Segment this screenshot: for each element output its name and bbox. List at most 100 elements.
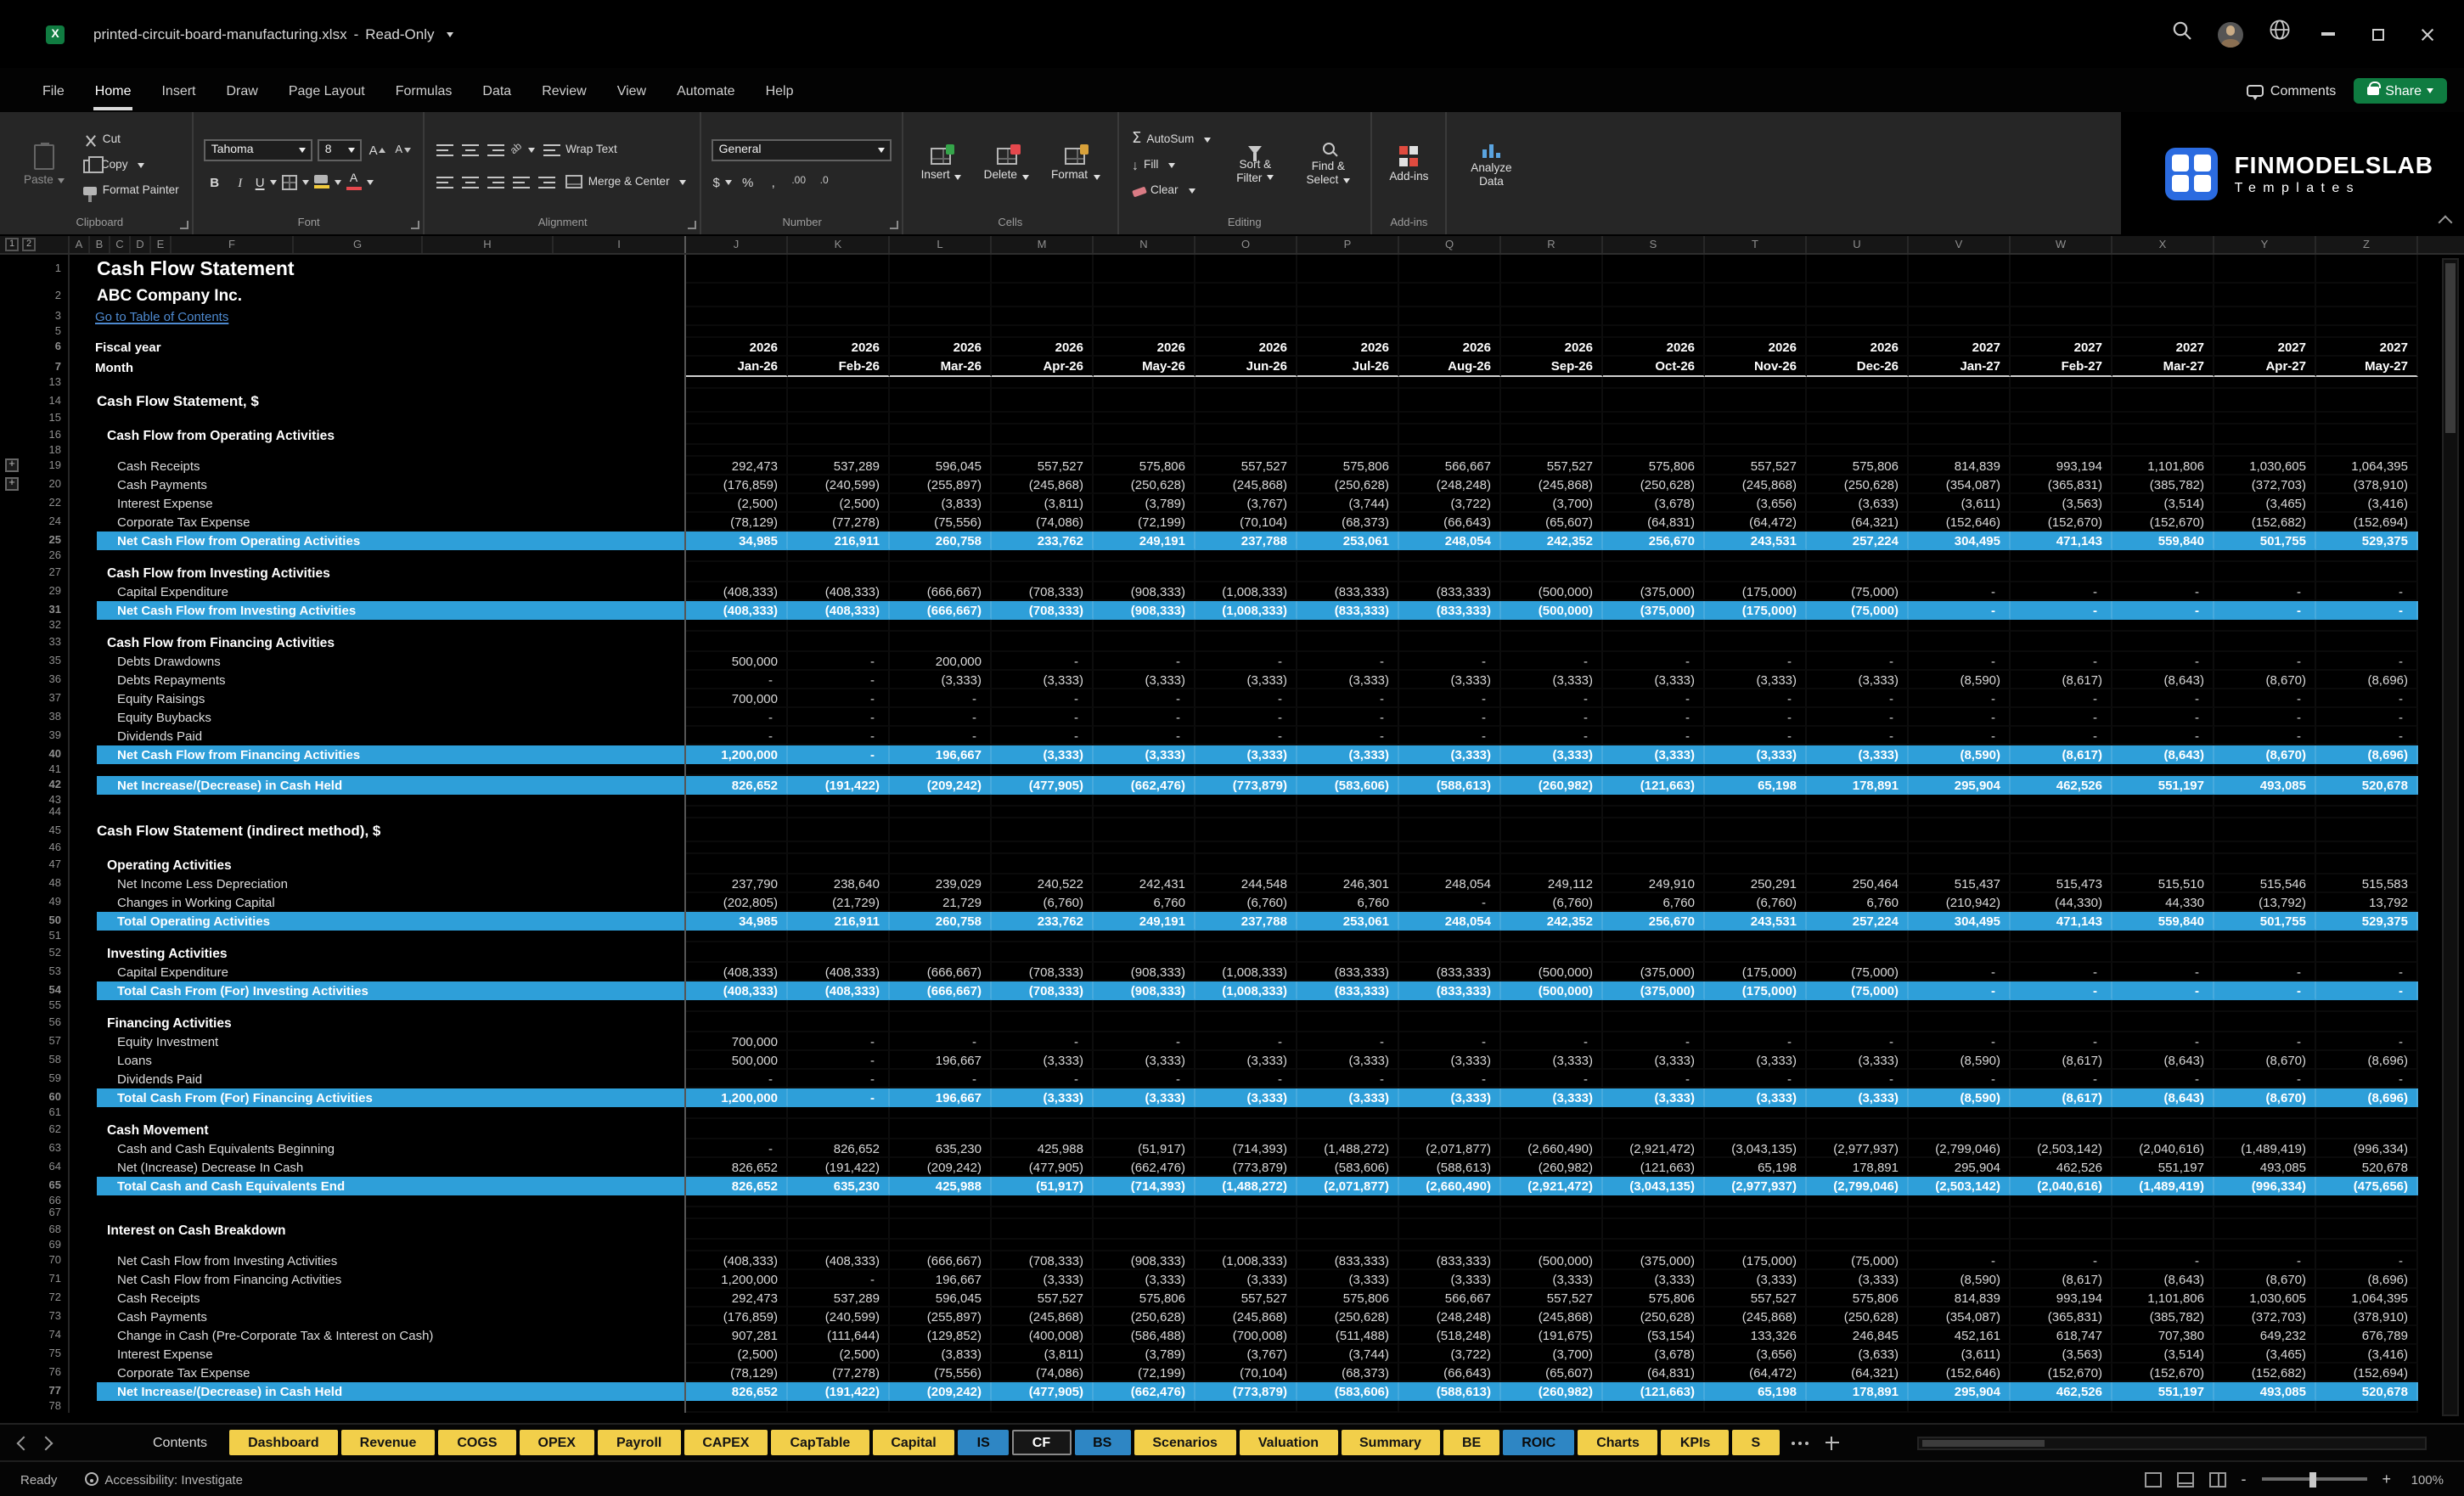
cell[interactable] [1909,389,2011,413]
cell[interactable] [2214,389,2316,413]
row-label[interactable]: Cash Flow from Financing Activities [70,632,686,652]
cell[interactable]: (51,917) [1094,1139,1195,1158]
row-number[interactable]: 56 [31,1012,70,1032]
cell[interactable]: - [2214,652,2316,671]
cell[interactable]: (714,393) [1195,1139,1297,1158]
cell[interactable] [1807,795,1909,807]
cell[interactable] [1909,445,2011,457]
row-number[interactable]: 67 [31,1207,70,1219]
cell[interactable]: 21,729 [890,893,992,912]
row-label[interactable] [70,931,686,942]
cell[interactable] [1094,795,1195,807]
cell[interactable] [890,284,992,307]
row-number[interactable]: 44 [31,807,70,818]
cell[interactable] [1501,931,1603,942]
cell[interactable]: (354,087) [1909,475,2011,494]
row-number[interactable]: 13 [31,377,70,389]
font-name-select[interactable]: Tahoma [205,138,313,160]
cell[interactable]: 304,495 [1909,912,2011,931]
cell[interactable] [1297,425,1399,445]
cell[interactable]: (2,660,490) [1501,1139,1603,1158]
zoom-out-button[interactable]: - [2241,1471,2246,1488]
cell[interactable] [992,818,1094,842]
tab-summary[interactable]: Summary [1341,1430,1440,1455]
number-format-select[interactable]: General [712,138,892,160]
cell[interactable]: (70,104) [1195,1364,1297,1382]
cell[interactable] [1807,550,1909,562]
cell[interactable]: (64,472) [1705,1364,1807,1382]
cell[interactable] [1399,307,1501,326]
cell[interactable] [1195,942,1297,963]
cell[interactable]: (408,333) [788,963,890,981]
row-number[interactable]: 63 [31,1139,70,1158]
font-color-button[interactable]: A [346,171,374,193]
cell[interactable]: - [2011,963,2112,981]
cell[interactable]: 515,473 [2011,875,2112,893]
cell[interactable]: (152,682) [2214,513,2316,531]
cell[interactable] [1603,1107,1705,1119]
cell[interactable]: (908,333) [1094,981,1195,1000]
cell[interactable] [1195,550,1297,562]
cell[interactable] [686,413,788,425]
cell[interactable] [1195,807,1297,818]
cell[interactable]: (6,760) [1195,893,1297,912]
cell[interactable]: - [2112,708,2214,727]
cell[interactable]: (3,744) [1297,494,1399,513]
cell[interactable]: 537,289 [788,1289,890,1308]
column-header-B[interactable]: B [90,236,110,253]
bold-button[interactable]: B [205,171,225,193]
format-painter-button[interactable]: Format Painter [81,179,183,203]
cell[interactable] [1195,1012,1297,1032]
cell[interactable] [788,818,890,842]
cell[interactable] [1909,1000,2011,1012]
cell[interactable]: (260,982) [1501,1158,1603,1177]
row-label[interactable] [70,842,686,854]
column-header-G[interactable]: G [294,236,423,253]
cell[interactable]: (250,628) [1297,475,1399,494]
cell[interactable] [890,1012,992,1032]
cell[interactable]: - [1501,689,1603,708]
row-label[interactable]: Cash Payments [70,1308,686,1326]
cell[interactable]: 1,101,806 [2112,457,2214,475]
cell[interactable] [2112,818,2214,842]
cell[interactable] [1399,1219,1501,1240]
cell[interactable] [788,807,890,818]
cell[interactable] [686,807,788,818]
cell[interactable] [1297,1195,1399,1207]
align-top-button[interactable] [436,138,456,160]
row-number[interactable]: 15 [31,413,70,425]
cell[interactable] [1807,854,1909,875]
cell[interactable]: (202,805) [686,893,788,912]
cell[interactable] [1807,445,1909,457]
cell[interactable] [1909,931,2011,942]
cell[interactable] [1399,326,1501,338]
cell[interactable]: 200,000 [890,652,992,671]
cell[interactable]: (175,000) [1705,601,1807,620]
cell[interactable] [2214,632,2316,652]
cell[interactable]: (500,000) [1501,1251,1603,1270]
cell[interactable]: (1,008,333) [1195,601,1297,620]
cell[interactable]: (3,333) [1807,1088,1909,1107]
cell[interactable] [686,818,788,842]
cell[interactable]: (64,472) [1705,513,1807,531]
row-number[interactable]: 40 [31,745,70,764]
cell[interactable] [2316,550,2418,562]
cell[interactable] [2214,764,2316,776]
cell[interactable]: (662,476) [1094,1382,1195,1401]
cell[interactable]: (3,416) [2316,1345,2418,1364]
cell[interactable] [2214,1000,2316,1012]
cell[interactable]: - [2112,727,2214,745]
cell[interactable] [992,620,1094,632]
cell[interactable]: (3,333) [1399,1270,1501,1289]
cell[interactable]: (21,729) [788,893,890,912]
cell[interactable] [1501,842,1603,854]
cell[interactable] [686,764,788,776]
row-label[interactable] [70,413,686,425]
cell[interactable]: 244,548 [1195,875,1297,893]
cell[interactable] [1297,377,1399,389]
table-of-contents-link[interactable]: Go to Table of Contents [95,309,228,324]
row-label[interactable]: Cash Payments [70,475,686,494]
cell[interactable]: (8,643) [2112,745,2214,764]
cell[interactable] [1705,620,1807,632]
cell[interactable]: (3,811) [992,1345,1094,1364]
